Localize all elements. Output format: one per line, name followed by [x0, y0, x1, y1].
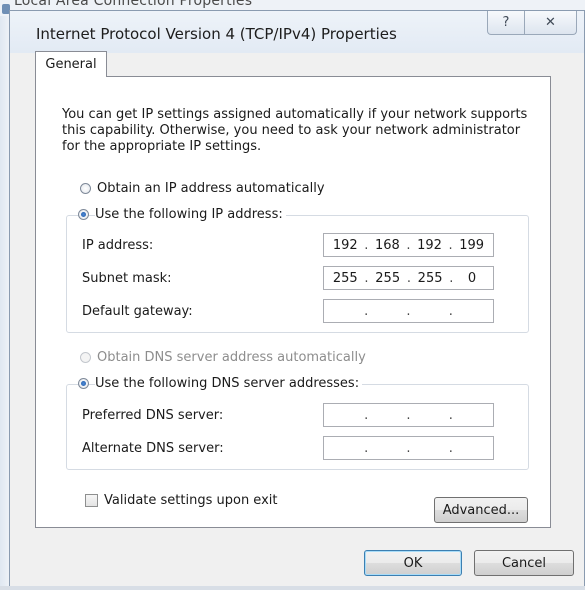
intro-text: You can get IP settings assigned automat… — [62, 107, 528, 154]
use-following-dns-option[interactable]: Use the following DNS server addresses: — [78, 376, 363, 391]
obtain-dns-automatically-radio[interactable] — [80, 352, 91, 363]
tab-general-label: General — [45, 57, 97, 72]
close-icon: ✕ — [545, 15, 556, 30]
ok-button[interactable]: OK — [364, 550, 462, 576]
ip-address-octet-3: 192 — [417, 237, 442, 253]
octet-separator: . — [449, 270, 454, 286]
octet-separator: . — [406, 237, 411, 253]
validate-settings-checkbox[interactable] — [85, 494, 98, 507]
octet-separator: . — [406, 407, 411, 423]
octet-separator: . — [448, 303, 453, 319]
obtain-ip-automatically-radio[interactable] — [80, 183, 91, 194]
subnet-mask-label: Subnet mask: — [82, 271, 172, 286]
alternate-dns-label: Alternate DNS server: — [82, 441, 224, 456]
octet-separator: . — [406, 270, 411, 286]
use-following-dns-radio[interactable] — [78, 378, 89, 389]
subnet-mask-input[interactable]: 255. 255. 255. 0 — [323, 266, 494, 290]
background-window-bottom — [0, 586, 585, 590]
use-following-ip-radio[interactable] — [78, 209, 89, 220]
obtain-ip-automatically-label: Obtain an IP address automatically — [97, 181, 325, 196]
ip-address-input[interactable]: 192. 168. 192. 199 — [323, 233, 494, 257]
dialog-title: Internet Protocol Version 4 (TCP/IPv4) P… — [36, 25, 397, 43]
default-gateway-input[interactable]: . . . — [323, 299, 494, 323]
octet-separator: . — [448, 440, 453, 456]
preferred-dns-input[interactable]: . . . — [323, 403, 494, 427]
octet-separator: . — [364, 237, 369, 253]
subnet-mask-octet-4: 0 — [467, 270, 477, 286]
advanced-button[interactable]: Advanced... — [434, 497, 528, 523]
subnet-mask-octet-2: 255 — [375, 270, 401, 286]
help-button[interactable]: ? — [487, 11, 525, 35]
use-following-dns-label: Use the following DNS server addresses: — [95, 376, 363, 391]
octet-separator: . — [406, 303, 411, 319]
octet-separator: . — [364, 303, 369, 319]
close-button[interactable]: ✕ — [525, 11, 577, 35]
tab-general[interactable]: General — [35, 51, 107, 77]
ip-address-octet-4: 199 — [459, 237, 485, 253]
octet-separator: . — [448, 237, 453, 253]
ip-address-label: IP address: — [82, 238, 154, 253]
subnet-mask-octet-3: 255 — [417, 270, 443, 286]
preferred-dns-label: Preferred DNS server: — [82, 408, 224, 423]
octet-separator: . — [364, 407, 369, 423]
cancel-button[interactable]: Cancel — [474, 550, 574, 576]
title-bar[interactable]: Internet Protocol Version 4 (TCP/IPv4) P… — [10, 11, 584, 53]
octet-separator: . — [406, 440, 411, 456]
octet-separator: . — [448, 407, 453, 423]
subnet-mask-octet-1: 255 — [332, 270, 358, 286]
ip-address-octet-1: 192 — [332, 237, 358, 253]
obtain-ip-automatically-option[interactable]: Obtain an IP address automatically — [80, 181, 325, 196]
background-window-title: Local Area Connection Properties — [14, 0, 253, 9]
default-gateway-label: Default gateway: — [82, 304, 193, 319]
validate-settings-label: Validate settings upon exit — [104, 493, 278, 508]
help-icon: ? — [502, 15, 510, 30]
ip-address-octet-2: 168 — [374, 237, 400, 253]
use-following-ip-option[interactable]: Use the following IP address: — [78, 207, 286, 222]
obtain-dns-automatically-option[interactable]: Obtain DNS server address automatically — [80, 350, 366, 365]
octet-separator: . — [364, 440, 369, 456]
alternate-dns-input[interactable]: . . . — [323, 436, 494, 460]
obtain-dns-automatically-label: Obtain DNS server address automatically — [97, 350, 366, 365]
octet-separator: . — [364, 270, 369, 286]
use-following-ip-label: Use the following IP address: — [95, 207, 286, 222]
